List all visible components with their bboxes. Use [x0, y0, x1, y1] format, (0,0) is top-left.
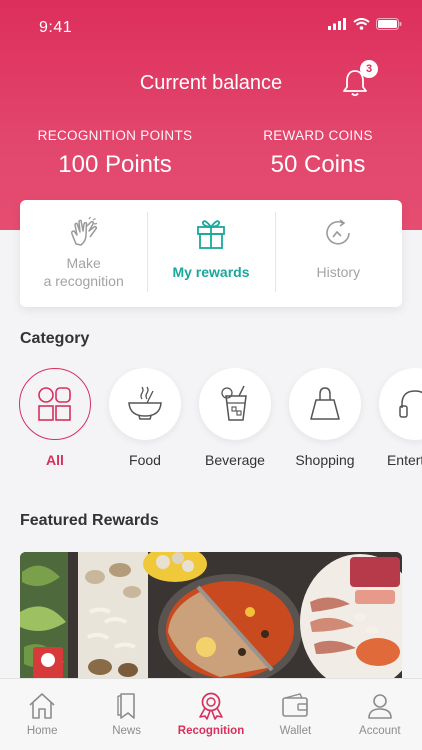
make-recognition-button[interactable]: Make a recognition	[20, 200, 147, 307]
category-entertainment[interactable]: Entertain	[369, 368, 422, 468]
status-bar: 9:41	[0, 0, 422, 52]
category-label: Shopping	[295, 452, 355, 468]
shopping-bag-icon	[310, 387, 340, 420]
status-time: 9:41	[39, 19, 73, 36]
make-recognition-label: Make a recognition	[43, 255, 124, 289]
category-beverage[interactable]: Beverage	[189, 368, 281, 468]
category-shopping[interactable]: Shopping	[279, 368, 371, 468]
clapping-hands-icon	[70, 216, 97, 246]
signal-icon	[328, 18, 346, 30]
action-card: Make a recognition My rewards History	[20, 200, 402, 307]
tab-recognition[interactable]: Recognition	[169, 679, 253, 750]
featured-title: Featured Rewards	[20, 512, 159, 529]
recognition-points: RECOGNITION POINTS 100 Points	[30, 128, 200, 179]
tab-label: News	[112, 725, 141, 737]
battery-icon	[376, 18, 402, 30]
ribbon-icon	[199, 692, 223, 720]
tab-label: Account	[359, 725, 401, 737]
grid-shapes-icon	[38, 387, 71, 421]
category-label: Entertain	[386, 452, 422, 468]
news-icon	[116, 693, 135, 719]
bowl-icon	[128, 386, 162, 420]
balance-header: 9:41 Current balance 3 RECOGNITION POINT…	[0, 0, 422, 230]
category-label: Beverage	[205, 452, 265, 468]
home-icon	[29, 693, 55, 719]
history-button[interactable]: History	[274, 200, 402, 307]
hotpot-image	[20, 552, 402, 682]
wifi-icon	[353, 18, 370, 30]
recognition-points-value: 100 Points	[58, 151, 172, 178]
tab-wallet[interactable]: Wallet	[253, 679, 337, 750]
category-label: Food	[129, 452, 161, 468]
account-icon	[368, 694, 392, 719]
tab-news[interactable]: News	[84, 679, 168, 750]
drink-icon	[221, 385, 247, 421]
tab-label: Recognition	[177, 725, 245, 737]
featured-reward-card[interactable]	[20, 552, 402, 682]
my-rewards-label: My rewards	[172, 264, 250, 280]
tab-label: Wallet	[279, 725, 312, 737]
reward-coins-value: 50 Coins	[270, 151, 366, 178]
tab-bar: Home News Recognition Wallet Account	[0, 678, 422, 750]
tab-label: Home	[26, 725, 58, 737]
history-label: History	[316, 264, 361, 280]
category-title: Category	[20, 330, 90, 347]
gift-icon	[197, 220, 225, 249]
headphones-icon	[399, 390, 422, 418]
wallet-icon	[282, 693, 309, 717]
history-icon	[326, 219, 351, 245]
my-rewards-button[interactable]: My rewards	[147, 200, 274, 307]
reward-coins-label: REWARD COINS	[263, 128, 373, 143]
category-list: All Food Beverage Shopping Enter	[0, 368, 422, 478]
category-all[interactable]: All	[9, 368, 101, 468]
tab-account[interactable]: Account	[338, 679, 422, 750]
notification-badge: 3	[360, 60, 378, 78]
tab-home[interactable]: Home	[0, 679, 84, 750]
category-food[interactable]: Food	[99, 368, 191, 468]
recognition-points-label: RECOGNITION POINTS	[37, 128, 193, 143]
status-icons	[328, 18, 402, 30]
category-label: All	[46, 452, 64, 468]
reward-coins: REWARD COINS 50 Coins	[238, 128, 398, 179]
